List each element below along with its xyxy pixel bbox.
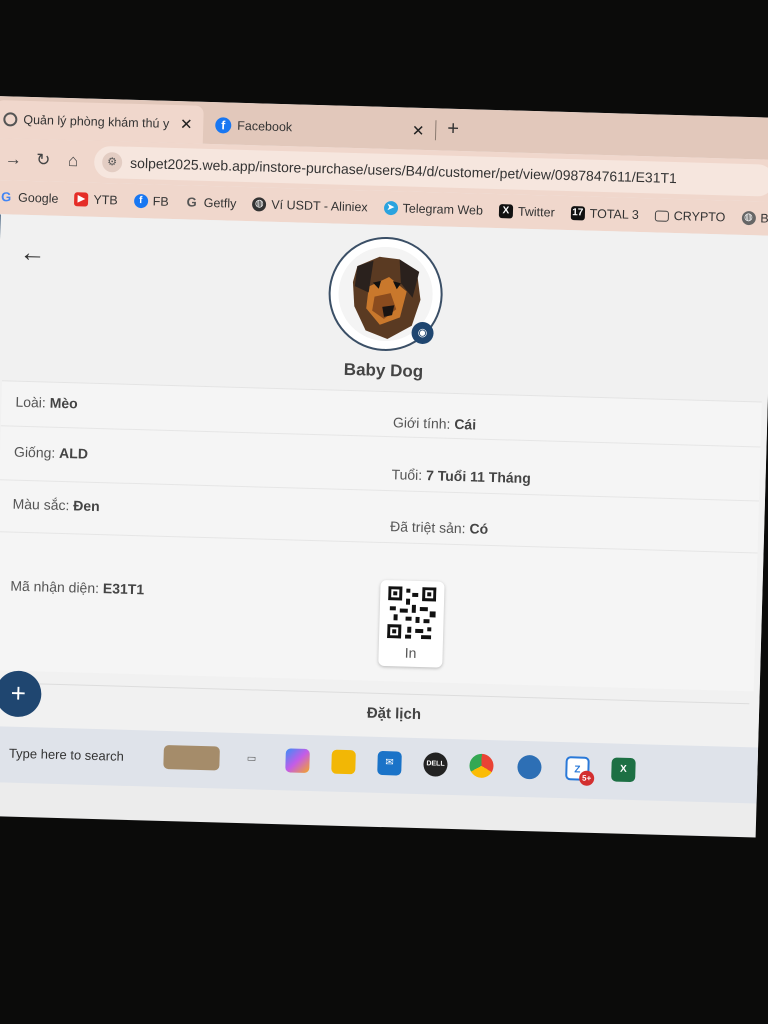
print-qr-button[interactable]: In <box>378 644 442 662</box>
chrome-icon[interactable] <box>469 753 494 779</box>
screen: Quản lý phòng khám thú y ✕ f Facebook ✕ … <box>0 96 768 838</box>
copilot-icon[interactable] <box>285 748 310 774</box>
url-text: solpet2025.web.app/instore-purchase/user… <box>129 154 678 187</box>
breed-field: Giống: ALD <box>13 443 89 462</box>
bookmark-telegram[interactable]: ➤ Telegram Web <box>383 200 483 218</box>
news-widget-icon[interactable] <box>163 744 220 771</box>
id-field: Mã nhận diện: E31T1 <box>10 577 145 598</box>
notification-badge: 5+ <box>578 770 595 786</box>
qr-code-icon <box>387 586 437 640</box>
pet-avatar[interactable]: ◉ <box>327 235 445 353</box>
close-icon[interactable]: ✕ <box>409 122 427 140</box>
age-field: Tuổi: 7 Tuổi 11 Tháng <box>391 466 532 487</box>
qr-code-card[interactable]: In <box>378 579 445 668</box>
globe-icon: ◍ <box>252 197 267 212</box>
globe-icon: ◍ <box>741 210 756 226</box>
excel-icon[interactable]: X <box>611 757 636 783</box>
tab-title: Quản lý phòng khám thú y <box>23 112 170 131</box>
facebook-icon: f <box>133 193 148 209</box>
back-arrow-icon[interactable]: ← <box>19 237 46 269</box>
bookmark-crypto[interactable]: CRYPTO <box>654 208 726 224</box>
youtube-icon: ▶ <box>74 192 89 207</box>
color-field: Màu sắc: Đen <box>12 495 100 515</box>
pet-info-card: Loài: Mèo Giới tính: Cái Giống: ALD Tuổi… <box>0 380 762 692</box>
bookmark-usdt[interactable]: ◍ Ví USDT - Aliniex <box>252 197 368 214</box>
folder-icon <box>654 209 669 222</box>
divider <box>0 479 760 502</box>
mail-icon[interactable]: ✉ <box>377 750 402 776</box>
google-icon: G <box>0 189 12 205</box>
dell-icon[interactable]: DELL <box>423 752 448 777</box>
bookmark-google[interactable]: G Google <box>0 189 59 206</box>
x-icon: X <box>498 204 514 219</box>
gender-field: Giới tính: Cái <box>392 414 477 433</box>
species-field: Loài: Mèo <box>15 393 78 412</box>
divider <box>0 425 761 448</box>
bookmark-ytb[interactable]: ▶ YTB <box>74 192 118 207</box>
telegram-icon: ➤ <box>383 200 398 216</box>
bookmark-total3[interactable]: 17 TOTAL 3 <box>570 206 639 222</box>
forward-icon[interactable]: → <box>0 149 29 170</box>
tab-divider <box>434 120 437 141</box>
neutered-field: Đã triệt sản: Có <box>389 518 489 537</box>
search-icon: ⌕ <box>0 744 1 760</box>
bookmark-getfly[interactable]: G Getfly <box>185 194 236 210</box>
pet-profile-page: ← ◉ Baby Dog Loài: Mèo Giới tính: Cái Gi… <box>0 213 768 776</box>
tradingview-icon: 17 <box>570 206 585 221</box>
divider <box>0 531 758 554</box>
tab-facebook[interactable]: f Facebook ✕ <box>207 106 436 150</box>
bookmark-twitter[interactable]: X Twitter <box>498 204 555 220</box>
app-icon[interactable] <box>517 754 542 780</box>
close-icon[interactable]: ✕ <box>177 115 195 133</box>
home-icon[interactable]: ⌂ <box>58 151 89 172</box>
new-tab-button[interactable]: + <box>447 118 459 141</box>
pet-name: Baby Dog <box>343 359 424 382</box>
file-explorer-icon[interactable] <box>331 749 356 775</box>
globe-icon <box>3 112 18 127</box>
bookmark-bi[interactable]: ◍ Bi <box>741 210 768 226</box>
task-view-icon[interactable]: ▭ <box>239 747 264 772</box>
search-placeholder: Type here to search <box>8 745 125 764</box>
tab-title: Facebook <box>237 118 293 135</box>
site-settings-icon[interactable]: ⚙ <box>101 151 123 173</box>
tab-clinic[interactable]: Quản lý phòng khám thú y ✕ <box>0 99 204 144</box>
camera-icon[interactable]: ◉ <box>411 321 434 345</box>
reload-icon[interactable]: ↻ <box>28 150 59 171</box>
bookmark-fb[interactable]: f FB <box>133 193 169 209</box>
getfly-icon: G <box>186 194 197 210</box>
facebook-icon: f <box>215 117 232 134</box>
zalo-icon[interactable]: Z 5+ <box>565 756 595 786</box>
